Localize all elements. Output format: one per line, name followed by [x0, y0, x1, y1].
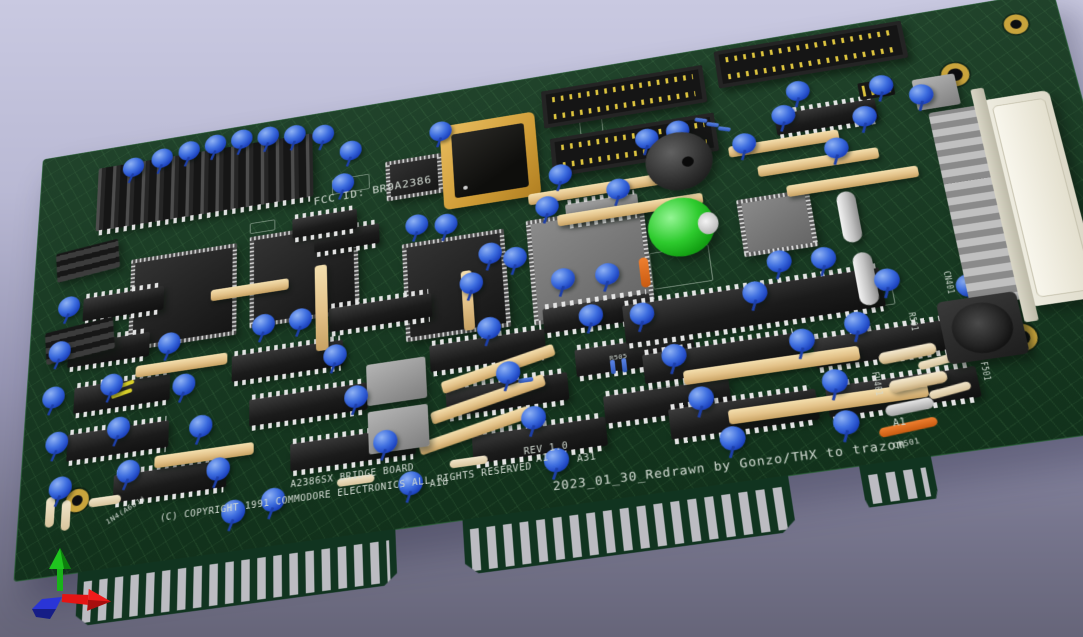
edge-fingers — [868, 467, 931, 504]
pcb-3d-viewport[interactable]: FCC ID: BR9A2386 A2386SX BRIDGE BOARD RE… — [0, 0, 1083, 637]
edge-connector-tab — [859, 456, 939, 508]
header-pins — [728, 47, 896, 80]
sip-resistor — [315, 264, 329, 351]
blue-capacitor — [339, 139, 362, 162]
component-layer — [44, 0, 1053, 160]
blue-capacitor — [312, 123, 334, 146]
silkscreen-label-a1-right: A1 — [892, 417, 907, 429]
edge-connector-tab — [462, 475, 796, 575]
blue-capacitor — [809, 245, 838, 271]
soic-chip — [736, 189, 818, 257]
sip-resistor — [786, 165, 920, 197]
header-pins — [725, 30, 892, 63]
silkscreen-label-a31: A31 — [577, 452, 597, 465]
relay-block — [366, 356, 427, 406]
blue-capacitor — [434, 212, 458, 236]
x-axis-icon — [61, 587, 111, 612]
sip-resistor — [757, 147, 880, 177]
blue-capacitor — [45, 430, 69, 456]
pcb-board: FCC ID: BR9A2386 A2386SX BRIDGE BOARD RE… — [13, 0, 1083, 582]
blue-capacitor — [784, 79, 811, 102]
z-axis-icon — [32, 597, 62, 619]
mounting-hole — [1002, 13, 1031, 36]
silkscreen-label-a1-left: A1 — [536, 453, 550, 465]
y-axis-icon — [49, 548, 71, 591]
blue-capacitor — [58, 295, 81, 319]
blue-capacitor — [405, 213, 429, 237]
silkscreen-ref-cn401: CN401 — [941, 271, 955, 295]
silkscreen-label-a18: A18 — [429, 477, 448, 490]
silkscreen-outline — [250, 219, 276, 234]
orange-component — [878, 416, 939, 438]
crystal-oscillator — [835, 190, 863, 244]
cpu-die — [451, 123, 529, 198]
axial-resistor — [45, 497, 56, 529]
blue-capacitor — [172, 372, 195, 397]
edge-fingers — [470, 487, 789, 571]
axis-gizmo — [16, 543, 116, 627]
smd-resistor — [718, 126, 731, 132]
plcc-socket — [439, 111, 541, 210]
edge-fingers — [82, 540, 391, 623]
edge-connector-tab — [75, 529, 397, 627]
blue-capacitor — [42, 385, 66, 410]
silkscreen-ref-f501: F501 — [979, 361, 992, 382]
blue-capacitor — [189, 413, 213, 439]
blue-capacitor — [503, 245, 528, 270]
jumper-block — [56, 239, 120, 283]
power-connector — [936, 291, 1030, 365]
axial-resistor — [60, 500, 71, 532]
